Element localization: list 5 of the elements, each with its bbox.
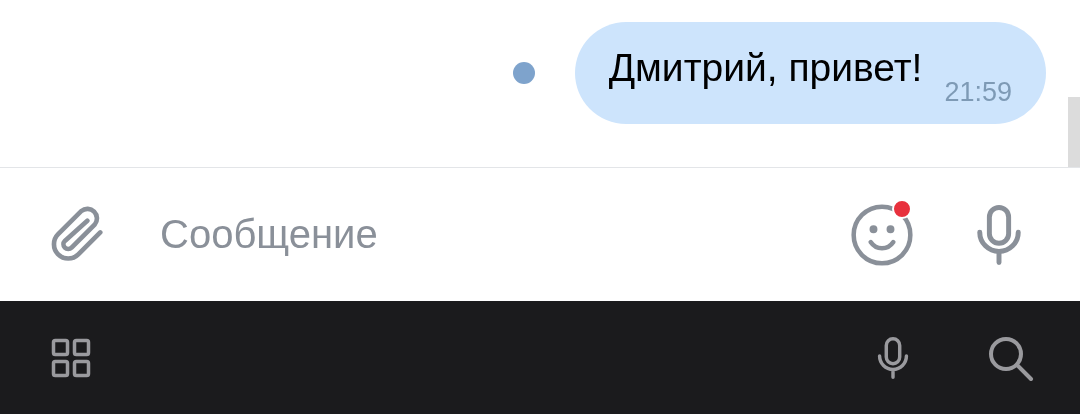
message-time: 21:59 <box>944 77 1012 109</box>
message-text: Дмитрий, привет! <box>608 46 923 90</box>
message-field[interactable]: Сообщение <box>158 211 798 258</box>
scrollbar[interactable] <box>1068 97 1080 167</box>
grid-icon[interactable] <box>50 336 92 379</box>
